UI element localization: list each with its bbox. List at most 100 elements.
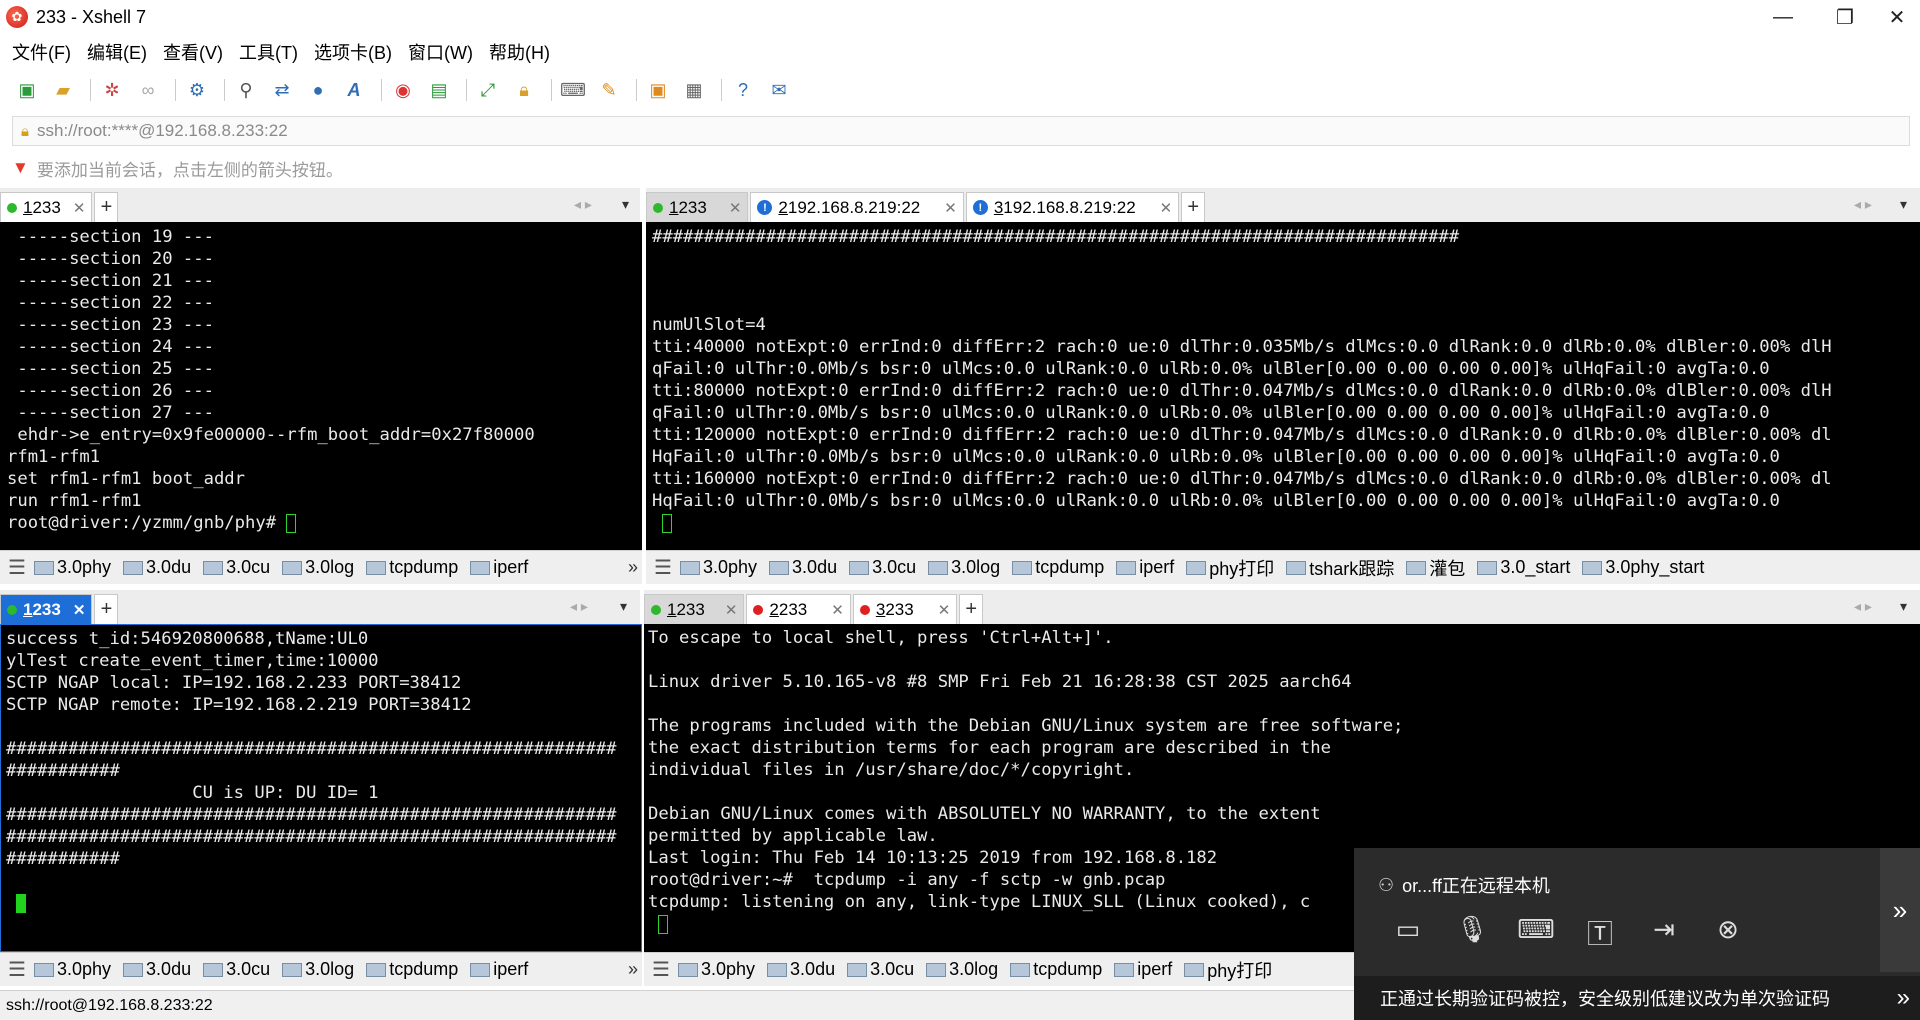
quick-command-button[interactable]: tcpdump [1010,957,1102,983]
quick-command-button[interactable]: 3.0du [769,555,837,581]
text-icon[interactable]: 🅃 [1568,914,1632,951]
menu-view[interactable]: 查看(V) [163,39,223,65]
tab-list-dropdown[interactable]: ▾ [620,598,627,615]
xftp-icon[interactable]: ◉ [388,75,418,105]
connect-icon[interactable]: ✲ [97,75,127,105]
terminal-top-left[interactable]: -----section 19 --- -----section 20 --- … [0,222,642,550]
menu-edit[interactable]: 编辑(E) [87,39,147,65]
quick-menu-icon[interactable]: ☰ [646,555,680,580]
quick-command-button[interactable]: tcpdump [1012,555,1104,581]
quick-command-button[interactable]: 3.0phy_start [1582,555,1704,581]
keyboard-icon[interactable]: ⌨ [558,75,588,105]
close-tab-icon[interactable]: ✕ [831,601,844,619]
bookmark-icon[interactable]: ▼ [12,158,29,178]
terminal-top-right[interactable]: ########################################… [646,222,1920,550]
close-tab-icon[interactable]: ✕ [1160,199,1173,217]
globe-icon[interactable]: ● [303,75,333,105]
open-folder-icon[interactable]: ▰ [48,75,78,105]
quick-command-button[interactable]: 3.0du [123,959,191,980]
quick-command-button[interactable]: tcpdump [366,959,458,980]
properties-icon[interactable]: ⚙ [182,75,212,105]
more-icon[interactable]: » [628,959,638,980]
tab-scroll-arrows[interactable]: ◂ ▸ [570,598,588,615]
tab-list-dropdown[interactable]: ▾ [622,196,629,213]
quick-command-button[interactable]: 3.0phy [34,557,111,578]
quick-command-button[interactable]: 灌包 [1406,555,1465,581]
chat-icon[interactable]: ✉ [764,75,794,105]
tab-session-3[interactable]: 3 233 ✕ [852,594,958,624]
quick-command-button[interactable]: 3.0phy [34,959,111,980]
quick-command-button[interactable]: tcpdump [366,557,458,578]
tab-list-dropdown[interactable]: ▾ [1900,598,1907,615]
quick-command-button[interactable]: 3.0cu [203,959,270,980]
close-tab-icon[interactable]: ✕ [729,199,742,217]
tab-session-1[interactable]: 1 233 ✕ [0,192,93,222]
add-tab-button[interactable]: + [94,192,119,222]
add-tab-button[interactable]: + [1181,192,1206,222]
add-tab-button[interactable]: + [94,594,119,624]
help-icon[interactable]: ? [728,75,758,105]
tab-session-3[interactable]: ! 3 192.168.8.219:22 ✕ [965,192,1180,222]
quick-command-button[interactable]: iperf [1116,555,1174,581]
add-tab-button[interactable]: + [959,594,984,624]
font-icon[interactable]: A [339,75,369,105]
expand-icon[interactable]: » [1897,984,1910,1012]
fullscreen-icon[interactable]: ⤢ [473,75,503,105]
menu-file[interactable]: 文件(F) [12,39,71,65]
quick-command-button[interactable]: 3.0cu [849,555,916,581]
quick-command-button[interactable]: 3.0log [926,957,998,983]
close-tab-icon[interactable]: ✕ [938,601,951,619]
quick-menu-icon[interactable]: ☰ [0,957,34,982]
close-tab-icon[interactable]: ✕ [73,199,86,217]
quick-command-button[interactable]: 3.0cu [203,557,270,578]
chat-icon[interactable]: ▭ [1376,914,1440,951]
disconnect-icon[interactable]: ∞ [133,75,163,105]
new-session-icon[interactable]: ▣ [12,75,42,105]
lock-icon[interactable]: 🔒︎ [509,75,539,105]
collapse-panel-icon[interactable]: » [1880,848,1920,972]
quick-command-button[interactable]: 3.0du [767,957,835,983]
highlight-icon[interactable]: ✎ [594,75,624,105]
quick-command-button[interactable]: 3.0du [123,557,191,578]
quick-command-button[interactable]: 3.0phy [680,555,757,581]
close-button[interactable]: ✕ [1866,0,1920,34]
find-icon[interactable]: ⚲ [231,75,261,105]
tab-scroll-arrows[interactable]: ◂ ▸ [1854,598,1872,615]
close-tab-icon[interactable]: ✕ [944,199,957,217]
quick-command-button[interactable]: iperf [470,959,528,980]
address-bar[interactable]: 🔒︎ ssh://root:****@192.168.8.233:22 [12,116,1910,146]
end-session-icon[interactable]: ⊗ [1696,914,1760,951]
script-icon[interactable]: ▤ [424,75,454,105]
minimize-button[interactable]: — [1752,0,1814,34]
quick-command-button[interactable]: 3.0log [928,555,1000,581]
menu-window[interactable]: 窗口(W) [408,39,473,65]
tab-session-1[interactable]: 1 233 ✕ [644,594,745,624]
transfer-icon[interactable]: ⇄ [267,75,297,105]
quick-command-button[interactable]: 3.0log [282,959,354,980]
microphone-icon[interactable]: 🎙︎ [1440,914,1504,951]
file-transfer-icon[interactable]: ⇥ [1632,914,1696,951]
new-tab-folder-icon[interactable]: ▣ [643,75,673,105]
quick-command-button[interactable]: 3.0cu [847,957,914,983]
more-icon[interactable]: » [628,557,638,578]
menu-tools[interactable]: 工具(T) [239,39,298,65]
quick-command-button[interactable]: 3.0phy [678,957,755,983]
quick-command-button[interactable]: phy打印 [1184,957,1272,983]
quick-command-button[interactable]: iperf [470,557,528,578]
tab-session-1[interactable]: 1 233 ✕ [0,594,93,624]
quick-command-button[interactable]: phy打印 [1186,555,1274,581]
quick-command-button[interactable]: 3.0log [282,557,354,578]
quick-command-button[interactable]: tshark跟踪 [1286,555,1394,581]
layout-icon[interactable]: ▦ [679,75,709,105]
tab-session-1[interactable]: 1 233 ✕ [646,192,749,222]
quick-command-button[interactable]: 3.0_start [1477,555,1570,581]
close-tab-icon[interactable]: ✕ [725,601,738,619]
menu-tabs[interactable]: 选项卡(B) [314,39,392,65]
tab-session-2[interactable]: 2 233 ✕ [746,594,851,624]
quick-menu-icon[interactable]: ☰ [0,555,34,580]
keyboard-icon[interactable]: ⌨ [1504,914,1568,951]
tab-scroll-arrows[interactable]: ◂ ▸ [1854,196,1872,213]
close-tab-icon[interactable]: ✕ [73,601,86,619]
terminal-bottom-left[interactable]: success t_id:546920800688,tName:UL0 ylTes… [0,624,642,952]
tab-list-dropdown[interactable]: ▾ [1900,196,1907,213]
